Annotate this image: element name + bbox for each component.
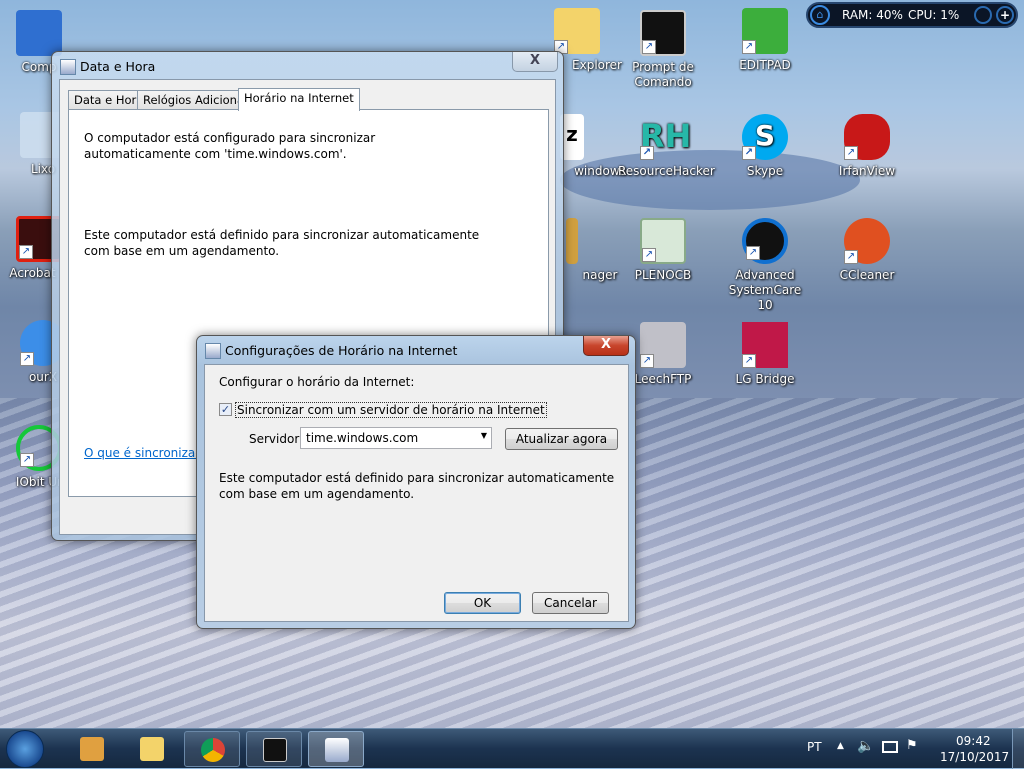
cpu-usage: CPU: 1% [908, 8, 960, 22]
show-hidden-icons-icon[interactable]: ▲ [837, 741, 844, 751]
folder-icon: ↗ [554, 8, 600, 54]
update-now-button[interactable]: Atualizar agora [505, 428, 618, 450]
network-icon[interactable] [882, 741, 898, 753]
taskbar-item-explorer[interactable] [124, 731, 180, 767]
show-desktop-button[interactable] [1012, 729, 1024, 769]
start-button[interactable] [6, 730, 44, 768]
plenocb-icon: ↗ [640, 218, 686, 264]
taskbar-item-date-time[interactable] [308, 731, 364, 767]
irfanview-icon: ↗ [844, 114, 890, 160]
cmd-icon: ↗ [640, 10, 686, 56]
desktop-icon-irfanview[interactable]: ↗ IrfanView [822, 114, 912, 179]
ok-button[interactable]: OK [444, 592, 521, 614]
desktop-icon-editpad[interactable]: ↗ EDITPAD [720, 8, 810, 73]
cancel-button[interactable]: Cancelar [532, 592, 609, 614]
window-title: Data e Hora [80, 59, 156, 74]
internet-time-settings-dialog: Configurações de Horário na Internet X C… [196, 335, 636, 629]
system-monitor-gadget: ⌂ RAM: 40% CPU: 1% + [806, 2, 1018, 28]
clock-time[interactable]: 09:42 [956, 734, 991, 748]
status-text: Este computador está definido para sincr… [219, 471, 615, 501]
sync-checkbox[interactable]: ✓ [219, 403, 232, 416]
schedule-info-text: Este computador está definido para sincr… [84, 228, 480, 258]
speedometer-icon[interactable] [974, 6, 992, 24]
close-button[interactable]: X [512, 52, 558, 72]
lg-bridge-icon: ↗ [742, 322, 788, 368]
tab-horario-na-internet[interactable]: Horário na Internet [238, 88, 360, 111]
leechftp-icon: ↗ [640, 322, 686, 368]
desktop-icon-lg-bridge[interactable]: ↗ LG Bridge [720, 322, 810, 387]
desktop-icon-resourcehacker[interactable]: RH ↗ ResourceHacker [618, 114, 715, 179]
broom-icon[interactable]: ⌂ [810, 5, 830, 25]
systemcare-icon: ↗ [742, 218, 788, 264]
resourcehacker-icon: RH ↗ [640, 117, 692, 160]
taskbar-item-mail[interactable] [64, 731, 120, 767]
taskbar-item-cmd[interactable] [246, 731, 302, 767]
computer-icon [16, 10, 62, 56]
taskbar: PT ▲ 🔈 ⚑ 09:42 17/10/2017 [0, 728, 1024, 769]
sync-checkbox-label[interactable]: Sincronizar com um servidor de horário n… [235, 402, 547, 418]
editpad-icon: ↗ [742, 8, 788, 54]
volume-icon[interactable]: 🔈 [857, 738, 874, 754]
dialog-body: Configurar o horário da Internet: ✓ Sinc… [204, 364, 629, 622]
section-heading: Configurar o horário da Internet: [219, 375, 415, 389]
language-indicator[interactable]: PT [807, 740, 822, 754]
server-label: Servidor: [249, 432, 304, 446]
dialog-title: Configurações de Horário na Internet [225, 343, 458, 358]
skype-icon: S ↗ [742, 114, 788, 160]
calendar-clock-icon [205, 343, 221, 359]
manager-icon [566, 218, 578, 264]
ccleaner-icon: ↗ [844, 218, 890, 264]
ram-usage: RAM: 40% [842, 8, 903, 22]
desktop-icon-cmd[interactable]: ↗ Prompt de Comando [618, 10, 708, 90]
taskbar-item-chrome[interactable] [184, 731, 240, 767]
desktop-icon-advanced-systemcare[interactable]: ↗ Advanced SystemCare 10 [720, 218, 810, 313]
server-value: time.windows.com [306, 431, 419, 445]
desktop-icon-ccleaner[interactable]: ↗ CCleaner [822, 218, 912, 283]
action-center-flag-icon[interactable]: ⚑ [906, 738, 918, 753]
plus-icon[interactable]: + [996, 6, 1014, 24]
server-combobox[interactable]: time.windows.com ▼ [300, 427, 492, 449]
clock-date[interactable]: 17/10/2017 [940, 750, 1009, 764]
close-button[interactable]: X [583, 336, 629, 356]
calendar-clock-icon [60, 59, 76, 75]
sync-info-text: O computador está configurado para sincr… [84, 131, 376, 161]
chevron-down-icon[interactable]: ▼ [481, 431, 487, 440]
desktop-icon-skype[interactable]: S ↗ Skype [720, 114, 810, 179]
desktop-icon-plenocb[interactable]: ↗ PLENOCB [618, 218, 708, 283]
